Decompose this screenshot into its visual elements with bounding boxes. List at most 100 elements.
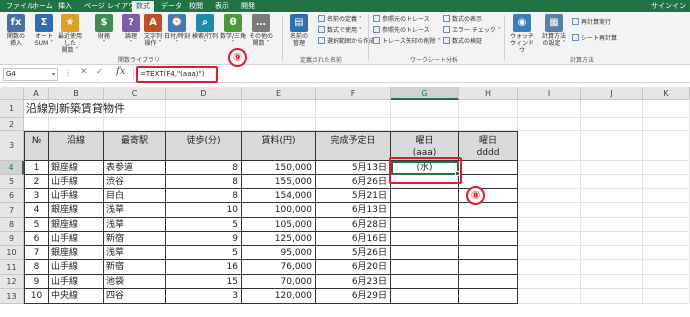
column-header-A[interactable]: A <box>24 87 49 100</box>
table-cell-line[interactable]: 銀座線 <box>49 218 104 232</box>
tab-1[interactable]: ホーム <box>28 1 57 12</box>
signin-link[interactable]: サインイン <box>651 1 686 12</box>
table-cell-date[interactable]: 6月23日 <box>316 275 391 289</box>
cell[interactable] <box>581 118 643 131</box>
table-cell-no[interactable]: 8 <box>24 260 49 275</box>
table-header[interactable]: 沿線 <box>49 131 104 161</box>
cell[interactable] <box>316 100 391 118</box>
table-cell-walk[interactable]: 16 <box>166 260 242 275</box>
table-cell-no[interactable]: 7 <box>24 246 49 260</box>
cell[interactable] <box>459 118 518 131</box>
ribbon-small-button-4[interactable]: 参照先のトレース <box>373 26 430 36</box>
cell[interactable] <box>518 131 581 161</box>
table-cell-no[interactable]: 9 <box>24 275 49 289</box>
cell[interactable] <box>518 175 581 189</box>
column-header-B[interactable]: B <box>49 87 104 100</box>
cell[interactable] <box>643 189 690 203</box>
table-cell-rent[interactable]: 150,000 <box>242 161 316 175</box>
ribbon-button-0[interactable]: fx 関数の 挿入 <box>2 14 30 56</box>
table-cell-day-long[interactable] <box>459 218 518 232</box>
cell[interactable] <box>581 260 643 275</box>
table-cell-no[interactable]: 2 <box>24 175 49 189</box>
table-cell-station[interactable]: 池袋 <box>104 275 166 289</box>
table-cell-date[interactable]: 6月16日 <box>316 232 391 246</box>
table-cell-rent[interactable]: 76,000 <box>242 260 316 275</box>
cell[interactable] <box>518 246 581 260</box>
table-cell-day-long[interactable] <box>459 203 518 218</box>
tab-6[interactable]: 校閲 <box>185 1 207 12</box>
cell[interactable] <box>581 189 643 203</box>
column-header-G[interactable]: G <box>391 87 459 100</box>
table-cell-date[interactable]: 5月13日 <box>316 161 391 175</box>
table-cell-day[interactable] <box>391 189 459 203</box>
table-cell-day-long[interactable] <box>459 289 518 304</box>
table-cell-rent[interactable]: 100,000 <box>242 203 316 218</box>
cell[interactable] <box>643 218 690 232</box>
insert-function-icon[interactable]: fx <box>116 66 125 77</box>
cell[interactable] <box>643 175 690 189</box>
cell[interactable] <box>581 203 643 218</box>
cancel-icon[interactable]: ✕ <box>80 67 88 77</box>
table-header[interactable]: 賃料(円) <box>242 131 316 161</box>
ribbon-small-button-6[interactable]: 数式の表示 <box>443 15 482 25</box>
cell[interactable] <box>518 189 581 203</box>
row-header-2[interactable]: 2 <box>0 118 24 131</box>
cell[interactable] <box>643 118 690 131</box>
column-header-I[interactable]: I <box>518 87 581 100</box>
cell[interactable] <box>643 246 690 260</box>
table-cell-date[interactable]: 6月13日 <box>316 203 391 218</box>
worksheet-grid[interactable]: ABCDEFGHIJK 1 2 3 4 5 6 7 8 9 10 11 12 13 沿線別新築賃貸物件 №… <box>0 87 690 317</box>
cell[interactable] <box>581 161 643 175</box>
cell[interactable] <box>242 100 316 118</box>
table-cell-station[interactable]: 四谷 <box>104 289 166 304</box>
cell[interactable] <box>518 218 581 232</box>
table-cell-date[interactable]: 6月29日 <box>316 289 391 304</box>
sheet-title[interactable]: 沿線別新築賃貸物件 <box>24 100 125 118</box>
table-cell-day-long[interactable] <box>459 161 518 175</box>
table-header[interactable]: 徒歩(分) <box>166 131 242 161</box>
cell[interactable] <box>518 100 581 118</box>
table-cell-no[interactable]: 4 <box>24 203 49 218</box>
cell[interactable] <box>518 275 581 289</box>
table-cell-no[interactable]: 6 <box>24 232 49 246</box>
ribbon-button-3[interactable]: $ 財務 ˅ <box>90 14 118 56</box>
table-cell-line[interactable]: 銀座線 <box>49 246 104 260</box>
cell[interactable] <box>643 131 690 161</box>
row-header-13[interactable]: 13 <box>0 289 24 304</box>
column-header-E[interactable]: E <box>242 87 316 100</box>
table-cell-day[interactable] <box>391 246 459 260</box>
cell[interactable] <box>581 275 643 289</box>
table-cell-date[interactable]: 6月20日 <box>316 260 391 275</box>
table-cell-no[interactable]: 10 <box>24 289 49 304</box>
cell[interactable] <box>581 131 643 161</box>
cell[interactable] <box>518 260 581 275</box>
row-header-1[interactable]: 1 <box>0 100 24 118</box>
table-cell-day-long[interactable] <box>459 275 518 289</box>
cell[interactable] <box>518 161 581 175</box>
ribbon-button-9[interactable]: … その他の 関数 ˅ <box>247 14 275 56</box>
table-cell-walk[interactable]: 5 <box>166 218 242 232</box>
table-cell-walk[interactable]: 10 <box>166 203 242 218</box>
cell[interactable] <box>518 232 581 246</box>
row-header-5[interactable]: 5 <box>0 175 24 189</box>
cell[interactable] <box>316 118 391 131</box>
row-header-8[interactable]: 8 <box>0 218 24 232</box>
table-cell-station[interactable]: 新宿 <box>104 260 166 275</box>
table-cell-walk[interactable]: 5 <box>166 246 242 260</box>
table-cell-line[interactable]: 山手線 <box>49 275 104 289</box>
table-cell-date[interactable]: 5月21日 <box>316 189 391 203</box>
cell[interactable] <box>581 175 643 189</box>
ribbon-small-button-8[interactable]: 数式の検証 <box>443 37 482 47</box>
table-cell-day[interactable] <box>391 218 459 232</box>
cell[interactable] <box>643 232 690 246</box>
cell[interactable] <box>459 100 518 118</box>
ribbon-button-2[interactable]: ★ 最近使用した 関数 ˅ <box>56 14 84 56</box>
table-cell-station[interactable]: 浅草 <box>104 203 166 218</box>
table-cell-day[interactable] <box>391 260 459 275</box>
table-cell-walk[interactable]: 8 <box>166 161 242 175</box>
tab-5[interactable]: データ <box>157 1 186 12</box>
ribbon-small-button-0[interactable]: 名前の定義 ˅ <box>318 15 362 25</box>
cell[interactable] <box>518 289 581 304</box>
column-header-K[interactable]: K <box>643 87 690 100</box>
ribbon-small-button-2[interactable]: 選択範囲から作成 <box>318 37 375 47</box>
